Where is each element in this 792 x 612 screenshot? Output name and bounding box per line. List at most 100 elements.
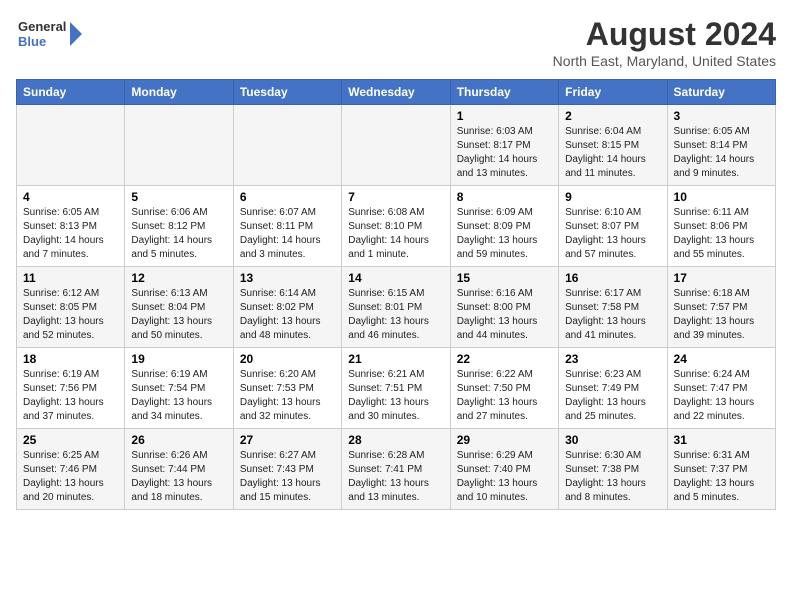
day-number: 30 xyxy=(565,433,660,447)
day-number: 16 xyxy=(565,271,660,285)
weekday-header-monday: Monday xyxy=(125,80,233,105)
day-info: Sunrise: 6:13 AM Sunset: 8:04 PM Dayligh… xyxy=(131,287,226,343)
calendar-cell: 29 Sunrise: 6:29 AM Sunset: 7:40 PM Dayli… xyxy=(450,429,558,510)
day-info: Sunrise: 6:26 AM Sunset: 7:44 PM Dayligh… xyxy=(131,449,226,505)
day-info: Sunrise: 6:25 AM Sunset: 7:46 PM Dayligh… xyxy=(23,449,118,505)
day-info: Sunrise: 6:20 AM Sunset: 7:53 PM Dayligh… xyxy=(240,368,335,424)
calendar-week-4: 25Sunrise: 6:25 AM Sunset: 7:46 PM Dayli… xyxy=(17,429,776,510)
day-number: 26 xyxy=(131,433,226,447)
day-number: 4 xyxy=(23,190,118,204)
day-number: 22 xyxy=(457,352,552,366)
page-header: General Blue August 2024 North East, Mar… xyxy=(16,16,776,69)
calendar-cell: 17Sunrise: 6:18 AM Sunset: 7:57 PM Dayli… xyxy=(667,267,775,348)
calendar-cell: 16Sunrise: 6:17 AM Sunset: 7:58 PM Dayli… xyxy=(559,267,667,348)
calendar-body: 1 Sunrise: 6:03 AM Sunset: 8:17 PM Daylig… xyxy=(17,105,776,510)
day-number: 31 xyxy=(674,433,769,447)
calendar-cell: 9 Sunrise: 6:10 AM Sunset: 8:07 PM Daylig… xyxy=(559,186,667,267)
calendar-cell: 13 Sunrise: 6:14 AM Sunset: 8:02 PM Dayli… xyxy=(233,267,341,348)
day-number: 10 xyxy=(674,190,769,204)
calendar-cell: 26 Sunrise: 6:26 AM Sunset: 7:44 PM Dayli… xyxy=(125,429,233,510)
weekday-header-sunday: Sunday xyxy=(17,80,125,105)
logo: General Blue xyxy=(16,16,86,54)
day-info: Sunrise: 6:28 AM Sunset: 7:41 PM Dayligh… xyxy=(348,449,443,505)
day-number: 21 xyxy=(348,352,443,366)
day-info: Sunrise: 6:22 AM Sunset: 7:50 PM Dayligh… xyxy=(457,368,552,424)
day-number: 7 xyxy=(348,190,443,204)
calendar-cell: 15 Sunrise: 6:16 AM Sunset: 8:00 PM Dayli… xyxy=(450,267,558,348)
day-number: 19 xyxy=(131,352,226,366)
day-number: 24 xyxy=(674,352,769,366)
day-info: Sunrise: 6:14 AM Sunset: 8:02 PM Dayligh… xyxy=(240,287,335,343)
weekday-header-wednesday: Wednesday xyxy=(342,80,450,105)
day-info: Sunrise: 6:19 AM Sunset: 7:54 PM Dayligh… xyxy=(131,368,226,424)
calendar-cell: 4 Sunrise: 6:05 AM Sunset: 8:13 PM Daylig… xyxy=(17,186,125,267)
calendar-cell: 5 Sunrise: 6:06 AM Sunset: 8:12 PM Daylig… xyxy=(125,186,233,267)
calendar-cell: 18Sunrise: 6:19 AM Sunset: 7:56 PM Dayli… xyxy=(17,348,125,429)
calendar-cell: 20 Sunrise: 6:20 AM Sunset: 7:53 PM Dayli… xyxy=(233,348,341,429)
day-info: Sunrise: 6:16 AM Sunset: 8:00 PM Dayligh… xyxy=(457,287,552,343)
calendar-week-3: 18Sunrise: 6:19 AM Sunset: 7:56 PM Dayli… xyxy=(17,348,776,429)
day-number: 12 xyxy=(131,271,226,285)
calendar-cell: 22 Sunrise: 6:22 AM Sunset: 7:50 PM Dayli… xyxy=(450,348,558,429)
day-info: Sunrise: 6:08 AM Sunset: 8:10 PM Dayligh… xyxy=(348,206,443,262)
calendar-week-2: 11Sunrise: 6:12 AM Sunset: 8:05 PM Dayli… xyxy=(17,267,776,348)
day-info: Sunrise: 6:05 AM Sunset: 8:13 PM Dayligh… xyxy=(23,206,118,262)
day-number: 28 xyxy=(348,433,443,447)
calendar-cell: 3Sunrise: 6:05 AM Sunset: 8:14 PM Daylig… xyxy=(667,105,775,186)
day-info: Sunrise: 6:29 AM Sunset: 7:40 PM Dayligh… xyxy=(457,449,552,505)
weekday-header-thursday: Thursday xyxy=(450,80,558,105)
day-info: Sunrise: 6:10 AM Sunset: 8:07 PM Dayligh… xyxy=(565,206,660,262)
calendar-cell: 11Sunrise: 6:12 AM Sunset: 8:05 PM Dayli… xyxy=(17,267,125,348)
page-title: August 2024 xyxy=(553,16,776,53)
day-number: 20 xyxy=(240,352,335,366)
title-block: August 2024 North East, Maryland, United… xyxy=(553,16,776,69)
day-number: 13 xyxy=(240,271,335,285)
calendar-cell: 25Sunrise: 6:25 AM Sunset: 7:46 PM Dayli… xyxy=(17,429,125,510)
logo-svg: General Blue xyxy=(16,16,86,54)
day-info: Sunrise: 6:12 AM Sunset: 8:05 PM Dayligh… xyxy=(23,287,118,343)
calendar-cell: 12 Sunrise: 6:13 AM Sunset: 8:04 PM Dayli… xyxy=(125,267,233,348)
day-info: Sunrise: 6:19 AM Sunset: 7:56 PM Dayligh… xyxy=(23,368,118,424)
calendar-week-1: 4 Sunrise: 6:05 AM Sunset: 8:13 PM Daylig… xyxy=(17,186,776,267)
day-info: Sunrise: 6:06 AM Sunset: 8:12 PM Dayligh… xyxy=(131,206,226,262)
calendar-cell: 8 Sunrise: 6:09 AM Sunset: 8:09 PM Daylig… xyxy=(450,186,558,267)
calendar-cell xyxy=(342,105,450,186)
calendar-cell: 19 Sunrise: 6:19 AM Sunset: 7:54 PM Dayli… xyxy=(125,348,233,429)
day-number: 15 xyxy=(457,271,552,285)
day-info: Sunrise: 6:05 AM Sunset: 8:14 PM Dayligh… xyxy=(674,125,769,181)
weekday-header-saturday: Saturday xyxy=(667,80,775,105)
day-number: 27 xyxy=(240,433,335,447)
calendar-cell: 7 Sunrise: 6:08 AM Sunset: 8:10 PM Daylig… xyxy=(342,186,450,267)
day-number: 29 xyxy=(457,433,552,447)
day-number: 5 xyxy=(131,190,226,204)
calendar-cell xyxy=(125,105,233,186)
day-info: Sunrise: 6:03 AM Sunset: 8:17 PM Dayligh… xyxy=(457,125,552,181)
day-number: 9 xyxy=(565,190,660,204)
svg-text:General: General xyxy=(18,19,66,34)
day-number: 1 xyxy=(457,109,552,123)
calendar-cell: 23Sunrise: 6:23 AM Sunset: 7:49 PM Dayli… xyxy=(559,348,667,429)
day-info: Sunrise: 6:24 AM Sunset: 7:47 PM Dayligh… xyxy=(674,368,769,424)
page-subtitle: North East, Maryland, United States xyxy=(553,53,776,69)
day-info: Sunrise: 6:15 AM Sunset: 8:01 PM Dayligh… xyxy=(348,287,443,343)
day-number: 2 xyxy=(565,109,660,123)
svg-text:Blue: Blue xyxy=(18,34,46,49)
day-info: Sunrise: 6:11 AM Sunset: 8:06 PM Dayligh… xyxy=(674,206,769,262)
day-number: 14 xyxy=(348,271,443,285)
day-number: 8 xyxy=(457,190,552,204)
calendar-cell: 30 Sunrise: 6:30 AM Sunset: 7:38 PM Dayli… xyxy=(559,429,667,510)
calendar-cell: 2 Sunrise: 6:04 AM Sunset: 8:15 PM Daylig… xyxy=(559,105,667,186)
calendar-cell: 14 Sunrise: 6:15 AM Sunset: 8:01 PM Dayli… xyxy=(342,267,450,348)
calendar-cell: 1 Sunrise: 6:03 AM Sunset: 8:17 PM Daylig… xyxy=(450,105,558,186)
day-info: Sunrise: 6:04 AM Sunset: 8:15 PM Dayligh… xyxy=(565,125,660,181)
calendar-cell: 6Sunrise: 6:07 AM Sunset: 8:11 PM Daylig… xyxy=(233,186,341,267)
day-info: Sunrise: 6:27 AM Sunset: 7:43 PM Dayligh… xyxy=(240,449,335,505)
calendar-cell xyxy=(17,105,125,186)
day-info: Sunrise: 6:30 AM Sunset: 7:38 PM Dayligh… xyxy=(565,449,660,505)
calendar-cell: 24 Sunrise: 6:24 AM Sunset: 7:47 PM Dayli… xyxy=(667,348,775,429)
calendar-cell: 27 Sunrise: 6:27 AM Sunset: 7:43 PM Dayli… xyxy=(233,429,341,510)
day-info: Sunrise: 6:21 AM Sunset: 7:51 PM Dayligh… xyxy=(348,368,443,424)
day-info: Sunrise: 6:09 AM Sunset: 8:09 PM Dayligh… xyxy=(457,206,552,262)
calendar-cell: 31 Sunrise: 6:31 AM Sunset: 7:37 PM Dayli… xyxy=(667,429,775,510)
day-info: Sunrise: 6:31 AM Sunset: 7:37 PM Dayligh… xyxy=(674,449,769,505)
